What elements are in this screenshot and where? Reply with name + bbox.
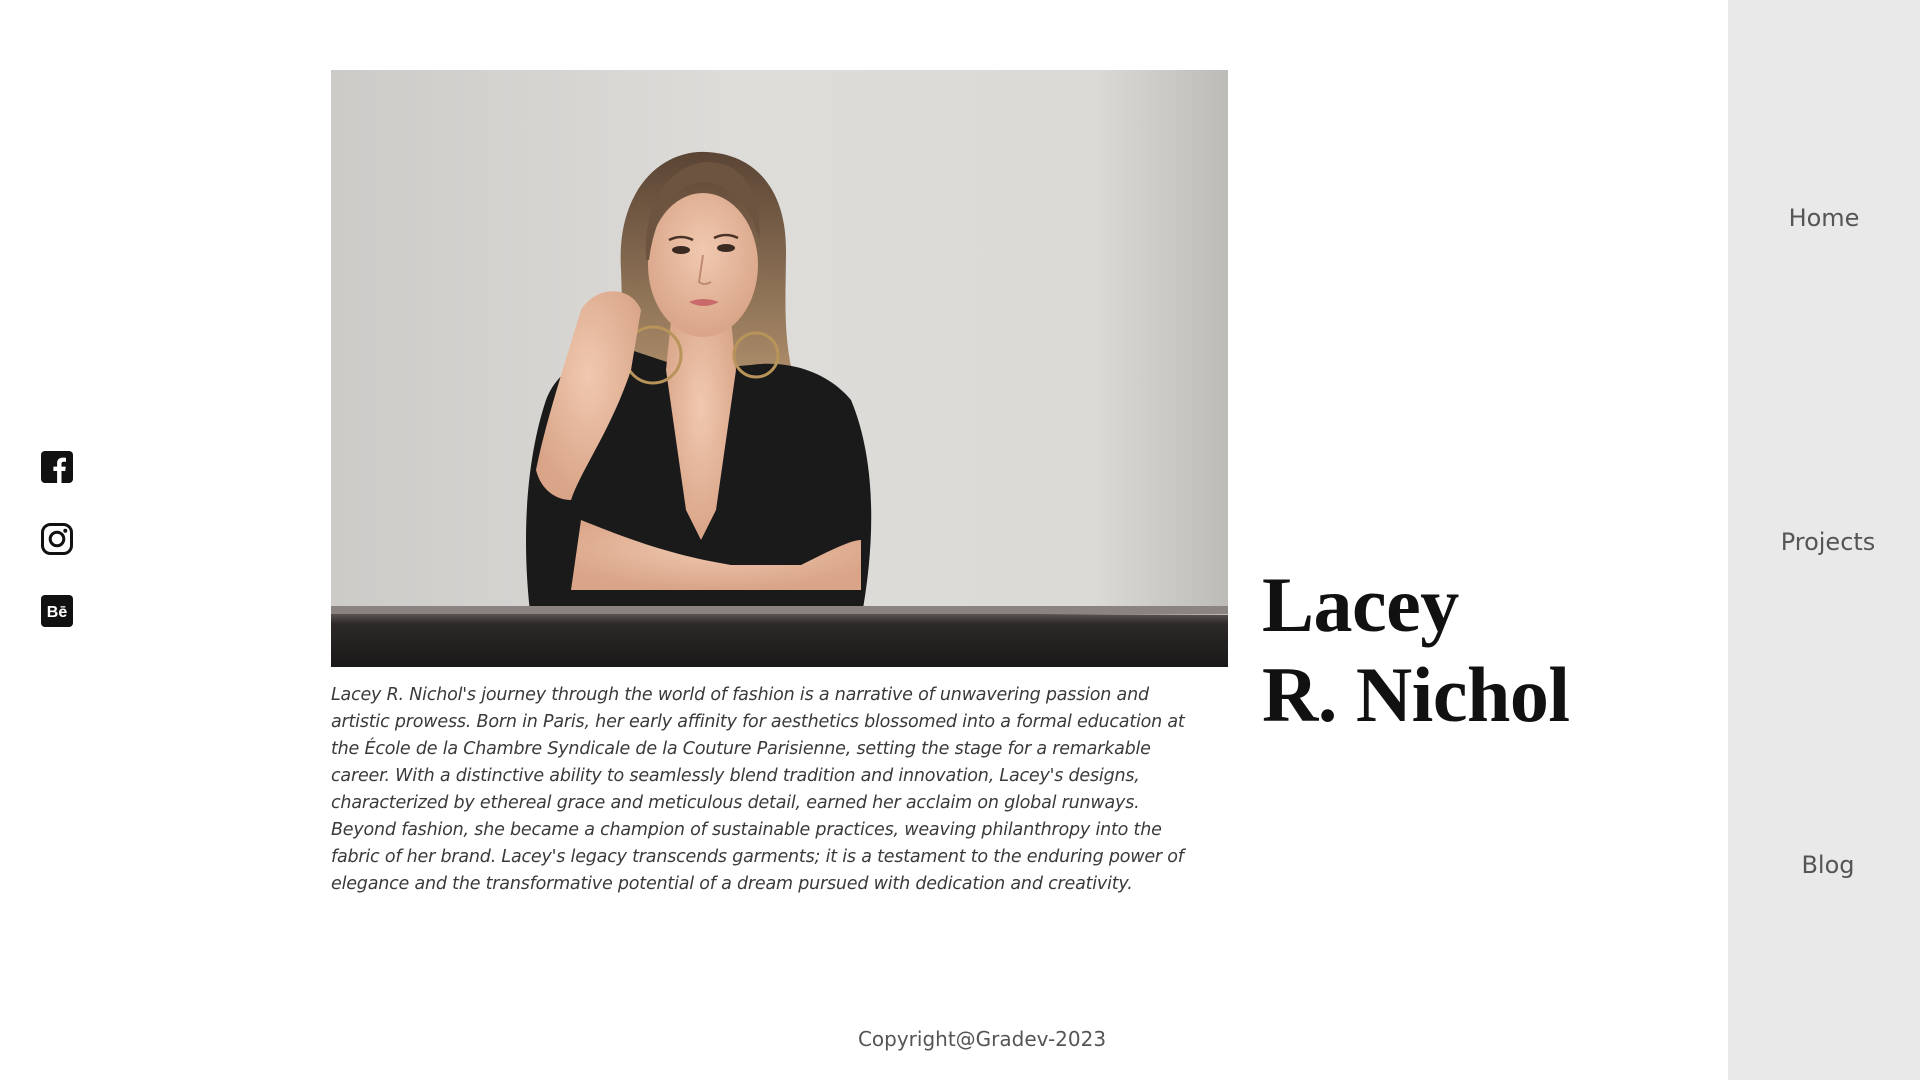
name-line-1: Lacey	[1262, 561, 1459, 648]
behance-icon[interactable]: Bē	[40, 594, 74, 628]
nav-home[interactable]: Home	[1728, 203, 1920, 233]
side-nav: Home Projects Blog	[1728, 0, 1920, 1080]
facebook-icon[interactable]	[40, 450, 74, 484]
instagram-icon[interactable]	[40, 522, 74, 556]
nav-blog[interactable]: Blog	[1732, 850, 1920, 880]
page-title: Lacey R. Nichol	[1262, 560, 1570, 740]
bio-paragraph: Lacey R. Nichol's journey through the wo…	[331, 685, 1185, 894]
portrait-photo	[331, 70, 1228, 667]
nav-projects[interactable]: Projects	[1732, 527, 1920, 557]
footer-copyright: Copyright@Gradev-2023	[857, 1027, 1107, 1051]
name-line-2: R. Nichol	[1262, 651, 1570, 738]
behance-glyph: Bē	[47, 604, 68, 621]
